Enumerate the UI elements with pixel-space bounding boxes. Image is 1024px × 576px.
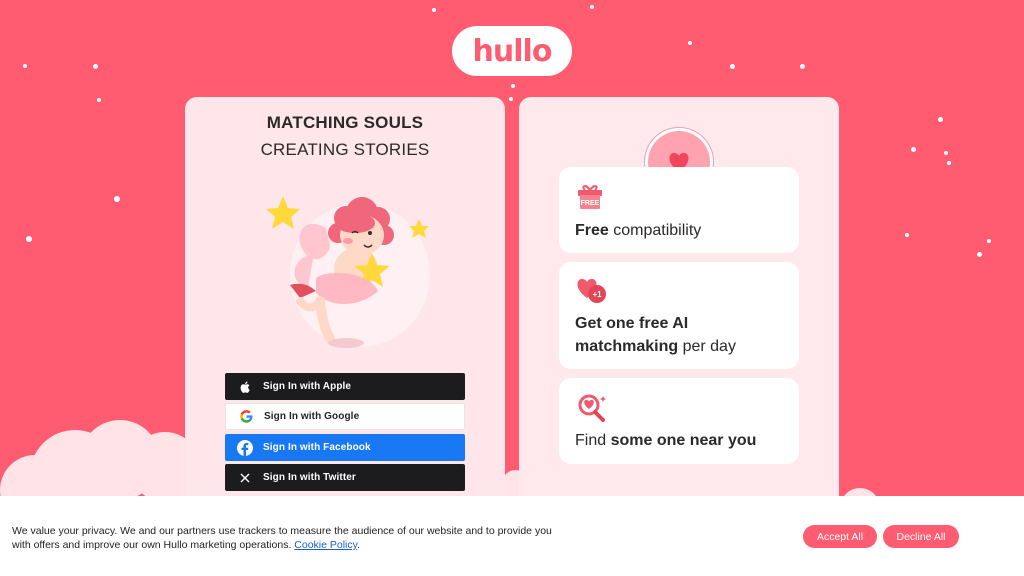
feature-find-text: Find some one near you bbox=[575, 432, 757, 449]
feature-ai-text: Get one free AI matchmaking per day bbox=[575, 315, 736, 355]
features-card: FREE Free compatibility +1 Get one free … bbox=[519, 97, 839, 517]
sign-in-facebook-label: Sign In with Facebook bbox=[263, 442, 371, 453]
cookie-consent-bar: We value your privacy. We and our partne… bbox=[0, 496, 1024, 576]
free-gift-icon: FREE bbox=[578, 185, 602, 209]
sign-in-apple-button[interactable]: Sign In with Apple bbox=[225, 373, 465, 400]
feature-ai-matchmaking: +1 Get one free AI matchmaking per day bbox=[559, 262, 799, 369]
sign-in-card: MATCHING SOULS CREATING STORIES Sign In … bbox=[185, 97, 505, 517]
cookie-policy-link[interactable]: Cookie Policy bbox=[294, 539, 357, 551]
sign-in-google-button[interactable]: Sign In with Google bbox=[225, 403, 465, 430]
heart-search-icon bbox=[578, 394, 606, 422]
hullo-logo[interactable]: hullo bbox=[452, 26, 572, 76]
sign-in-google-label: Sign In with Google bbox=[264, 411, 360, 422]
decline-all-button[interactable]: Decline All bbox=[883, 525, 959, 548]
feature-free-text: Free compatibility bbox=[575, 222, 702, 239]
headline-matching-souls: MATCHING SOULS bbox=[266, 113, 424, 132]
apple-icon bbox=[237, 379, 253, 395]
cupid-illustration bbox=[266, 196, 430, 348]
heart-plus-one-icon-text: +1 bbox=[592, 290, 602, 299]
sign-in-apple-label: Sign In with Apple bbox=[263, 381, 352, 392]
x-twitter-icon bbox=[237, 470, 253, 486]
heart-plus-one-icon: +1 bbox=[577, 278, 606, 303]
sign-in-twitter-button[interactable]: Sign In with Twitter bbox=[225, 464, 465, 491]
free-gift-icon-text: FREE bbox=[581, 200, 600, 207]
cookie-message: We value your privacy. We and our partne… bbox=[12, 525, 552, 551]
feature-find-nearby: Find some one near you bbox=[559, 378, 799, 464]
accept-all-button[interactable]: Accept All bbox=[803, 525, 877, 548]
google-icon bbox=[238, 409, 254, 425]
sign-in-twitter-label: Sign In with Twitter bbox=[263, 472, 356, 483]
headline-creating-stories: CREATING STORIES bbox=[260, 140, 430, 159]
sign-in-facebook-button[interactable]: Sign In with Facebook bbox=[225, 434, 465, 461]
feature-free-compatibility: FREE Free compatibility bbox=[559, 167, 799, 253]
logo-text: hullo bbox=[472, 33, 553, 69]
facebook-icon bbox=[237, 439, 253, 456]
